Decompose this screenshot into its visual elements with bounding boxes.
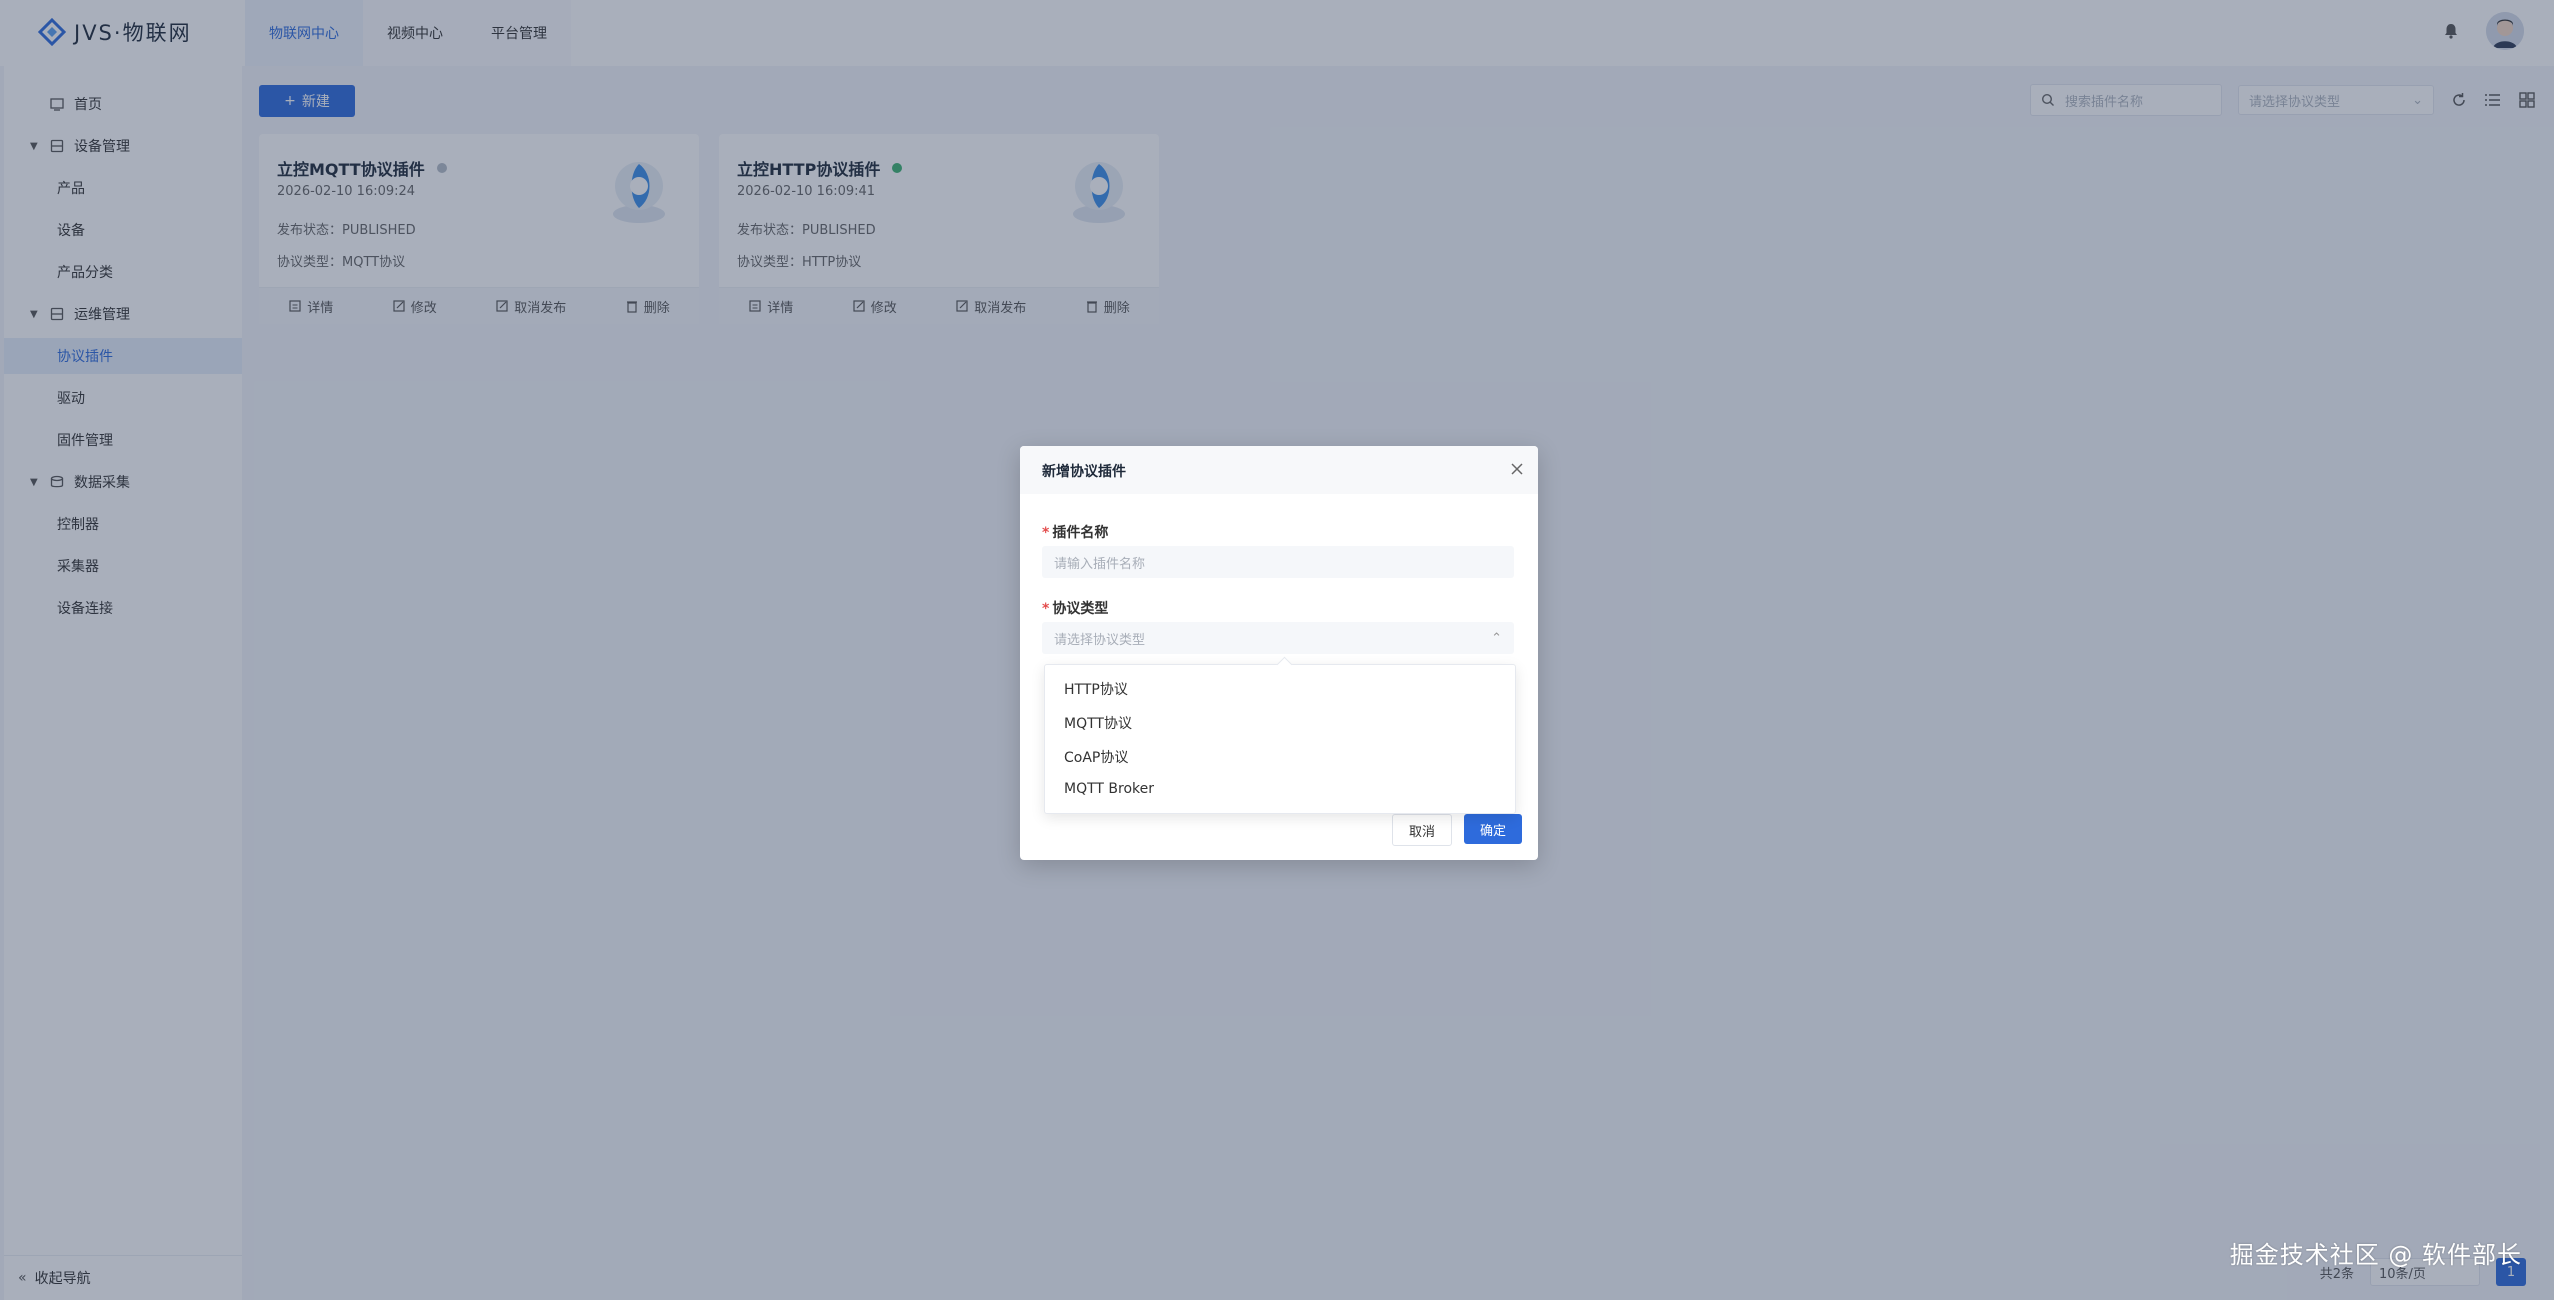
protocol-type-select[interactable]: 请选择协议类型 ⌃ [1042, 622, 1514, 654]
protocol-type-label: * 协议类型 [1042, 598, 1108, 618]
watermark: 掘金技术社区 @ 软件部长 [2229, 1241, 2522, 1269]
dialog-footer: 取消 确定 [1392, 814, 1522, 846]
plugin-name-label-text: 插件名称 [1052, 525, 1109, 541]
protocol-type-select-placeholder: 请选择协议类型 [1054, 632, 1146, 648]
dialog-header: 新增协议插件 [1020, 446, 1538, 494]
option-coap[interactable]: CoAP协议 [1064, 747, 1128, 767]
required-mark: * [1042, 601, 1050, 617]
plugin-name-input[interactable]: 请输入插件名称 [1042, 546, 1514, 578]
chevron-up-icon: ⌃ [1491, 630, 1502, 646]
option-mqtt[interactable]: MQTT协议 [1064, 713, 1132, 733]
required-mark: * [1042, 525, 1050, 541]
confirm-button[interactable]: 确定 [1464, 814, 1522, 844]
plugin-name-placeholder: 请输入插件名称 [1054, 556, 1146, 572]
protocol-type-dropdown: HTTP协议 MQTT协议 CoAP协议 MQTT Broker [1044, 664, 1516, 814]
close-icon[interactable] [1510, 462, 1524, 476]
dialog-title: 新增协议插件 [1042, 464, 1126, 480]
protocol-type-label-text: 协议类型 [1052, 601, 1109, 617]
option-mqtt-broker[interactable]: MQTT Broker [1064, 781, 1154, 797]
option-http[interactable]: HTTP协议 [1064, 679, 1128, 699]
add-protocol-plugin-dialog: 新增协议插件 * 插件名称 请输入插件名称 * 协议类型 请选择协议类型 ⌃ HTT… [1020, 446, 1538, 860]
cancel-button[interactable]: 取消 [1392, 814, 1452, 846]
plugin-name-label: * 插件名称 [1042, 522, 1108, 542]
